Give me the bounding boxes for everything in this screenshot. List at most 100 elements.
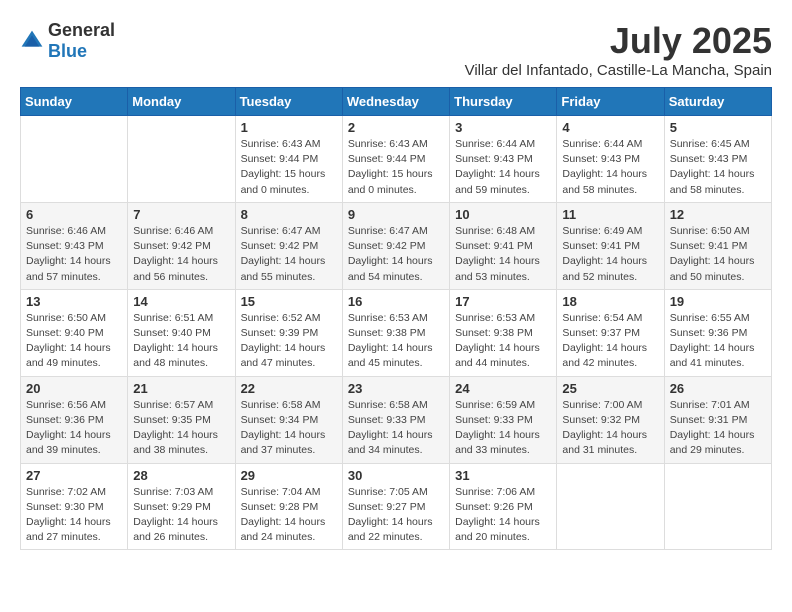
calendar-header: SundayMondayTuesdayWednesdayThursdayFrid… [21,88,772,116]
weekday-header-row: SundayMondayTuesdayWednesdayThursdayFrid… [21,88,772,116]
calendar-week-5: 27 Sunrise: 7:02 AMSunset: 9:30 PMDayligh… [21,463,772,550]
calendar-cell: 28 Sunrise: 7:03 AMSunset: 9:29 PMDayligh… [128,463,235,550]
calendar-body: 1 Sunrise: 6:43 AMSunset: 9:44 PMDaylight… [21,116,772,550]
day-info: Sunrise: 7:05 AMSunset: 9:27 PMDaylight:… [348,485,444,546]
calendar-cell: 3 Sunrise: 6:44 AMSunset: 9:43 PMDaylight… [450,116,557,203]
day-number: 16 [348,294,444,309]
calendar-week-2: 6 Sunrise: 6:46 AMSunset: 9:43 PMDaylight… [21,202,772,289]
day-info: Sunrise: 7:01 AMSunset: 9:31 PMDaylight:… [670,398,766,459]
day-info: Sunrise: 7:03 AMSunset: 9:29 PMDaylight:… [133,485,229,546]
day-number: 6 [26,207,122,222]
weekday-header-tuesday: Tuesday [235,88,342,116]
calendar-week-3: 13 Sunrise: 6:50 AMSunset: 9:40 PMDayligh… [21,289,772,376]
day-number: 15 [241,294,337,309]
day-info: Sunrise: 6:51 AMSunset: 9:40 PMDaylight:… [133,311,229,372]
logo-icon [20,29,44,53]
logo-text: General Blue [48,20,115,62]
calendar-cell: 21Sunrise: 6:57 AMSunset: 9:35 PMDayligh… [128,376,235,463]
logo-blue: Blue [48,41,87,61]
calendar-cell: 22 Sunrise: 6:58 AMSunset: 9:34 PMDayligh… [235,376,342,463]
day-number: 19 [670,294,766,309]
weekday-header-friday: Friday [557,88,664,116]
calendar-cell: 7 Sunrise: 6:46 AMSunset: 9:42 PMDaylight… [128,202,235,289]
day-number: 3 [455,120,551,135]
calendar-cell [128,116,235,203]
day-info: Sunrise: 6:49 AMSunset: 9:41 PMDaylight:… [562,224,658,285]
day-info: Sunrise: 7:00 AMSunset: 9:32 PMDaylight:… [562,398,658,459]
calendar-cell: 17Sunrise: 6:53 AMSunset: 9:38 PMDayligh… [450,289,557,376]
calendar-cell: 24Sunrise: 6:59 AMSunset: 9:33 PMDayligh… [450,376,557,463]
calendar-cell: 20 Sunrise: 6:56 AMSunset: 9:36 PMDayligh… [21,376,128,463]
day-number: 27 [26,468,122,483]
subtitle: Villar del Infantado, Castille-La Mancha… [465,62,772,79]
logo: General Blue [20,20,115,62]
calendar-cell: 16 Sunrise: 6:53 AMSunset: 9:38 PMDayligh… [342,289,449,376]
weekday-header-sunday: Sunday [21,88,128,116]
day-info: Sunrise: 6:50 AMSunset: 9:41 PMDaylight:… [670,224,766,285]
day-number: 13 [26,294,122,309]
calendar-table: SundayMondayTuesdayWednesdayThursdayFrid… [20,87,772,550]
day-info: Sunrise: 7:06 AMSunset: 9:26 PMDaylight:… [455,485,551,546]
day-info: Sunrise: 6:46 AMSunset: 9:42 PMDaylight:… [133,224,229,285]
day-number: 28 [133,468,229,483]
calendar-cell [557,463,664,550]
calendar-cell: 1 Sunrise: 6:43 AMSunset: 9:44 PMDaylight… [235,116,342,203]
calendar-cell: 27 Sunrise: 7:02 AMSunset: 9:30 PMDayligh… [21,463,128,550]
day-number: 20 [26,381,122,396]
day-info: Sunrise: 6:52 AMSunset: 9:39 PMDaylight:… [241,311,337,372]
calendar-cell: 19Sunrise: 6:55 AMSunset: 9:36 PMDayligh… [664,289,771,376]
day-info: Sunrise: 6:46 AMSunset: 9:43 PMDaylight:… [26,224,122,285]
day-number: 31 [455,468,551,483]
day-number: 17 [455,294,551,309]
day-number: 11 [562,207,658,222]
calendar-cell: 9Sunrise: 6:47 AMSunset: 9:42 PMDaylight… [342,202,449,289]
calendar-cell [21,116,128,203]
calendar-cell: 8 Sunrise: 6:47 AMSunset: 9:42 PMDaylight… [235,202,342,289]
calendar-cell: 31 Sunrise: 7:06 AMSunset: 9:26 PMDayligh… [450,463,557,550]
day-info: Sunrise: 6:58 AMSunset: 9:34 PMDaylight:… [241,398,337,459]
page-header: General Blue July 2025 Villar del Infant… [20,20,772,79]
day-number: 7 [133,207,229,222]
day-info: Sunrise: 6:44 AMSunset: 9:43 PMDaylight:… [455,137,551,198]
day-info: Sunrise: 6:56 AMSunset: 9:36 PMDaylight:… [26,398,122,459]
calendar-cell: 5Sunrise: 6:45 AMSunset: 9:43 PMDaylight… [664,116,771,203]
day-info: Sunrise: 6:47 AMSunset: 9:42 PMDaylight:… [241,224,337,285]
calendar-cell: 14 Sunrise: 6:51 AMSunset: 9:40 PMDayligh… [128,289,235,376]
calendar-cell: 25 Sunrise: 7:00 AMSunset: 9:32 PMDayligh… [557,376,664,463]
calendar-cell: 26Sunrise: 7:01 AMSunset: 9:31 PMDayligh… [664,376,771,463]
weekday-header-thursday: Thursday [450,88,557,116]
day-number: 18 [562,294,658,309]
title-section: July 2025 Villar del Infantado, Castille… [465,20,772,79]
day-info: Sunrise: 6:54 AMSunset: 9:37 PMDaylight:… [562,311,658,372]
day-number: 30 [348,468,444,483]
day-info: Sunrise: 6:45 AMSunset: 9:43 PMDaylight:… [670,137,766,198]
calendar-cell: 30 Sunrise: 7:05 AMSunset: 9:27 PMDayligh… [342,463,449,550]
day-number: 8 [241,207,337,222]
day-number: 25 [562,381,658,396]
calendar-cell: 23Sunrise: 6:58 AMSunset: 9:33 PMDayligh… [342,376,449,463]
calendar-cell: 4Sunrise: 6:44 AMSunset: 9:43 PMDaylight… [557,116,664,203]
calendar-cell: 12Sunrise: 6:50 AMSunset: 9:41 PMDayligh… [664,202,771,289]
day-info: Sunrise: 6:43 AMSunset: 9:44 PMDaylight:… [348,137,444,198]
main-title: July 2025 [465,20,772,62]
calendar-cell: 13 Sunrise: 6:50 AMSunset: 9:40 PMDayligh… [21,289,128,376]
calendar-cell: 10Sunrise: 6:48 AMSunset: 9:41 PMDayligh… [450,202,557,289]
day-number: 14 [133,294,229,309]
weekday-header-wednesday: Wednesday [342,88,449,116]
day-info: Sunrise: 6:50 AMSunset: 9:40 PMDaylight:… [26,311,122,372]
day-number: 2 [348,120,444,135]
day-info: Sunrise: 7:02 AMSunset: 9:30 PMDaylight:… [26,485,122,546]
logo-general: General [48,20,115,40]
day-number: 10 [455,207,551,222]
day-number: 1 [241,120,337,135]
calendar-cell: 11 Sunrise: 6:49 AMSunset: 9:41 PMDayligh… [557,202,664,289]
day-number: 22 [241,381,337,396]
weekday-header-saturday: Saturday [664,88,771,116]
day-number: 21 [133,381,229,396]
calendar-cell [664,463,771,550]
calendar-week-1: 1 Sunrise: 6:43 AMSunset: 9:44 PMDaylight… [21,116,772,203]
day-info: Sunrise: 6:58 AMSunset: 9:33 PMDaylight:… [348,398,444,459]
day-info: Sunrise: 6:43 AMSunset: 9:44 PMDaylight:… [241,137,337,198]
day-info: Sunrise: 6:53 AMSunset: 9:38 PMDaylight:… [348,311,444,372]
day-number: 9 [348,207,444,222]
